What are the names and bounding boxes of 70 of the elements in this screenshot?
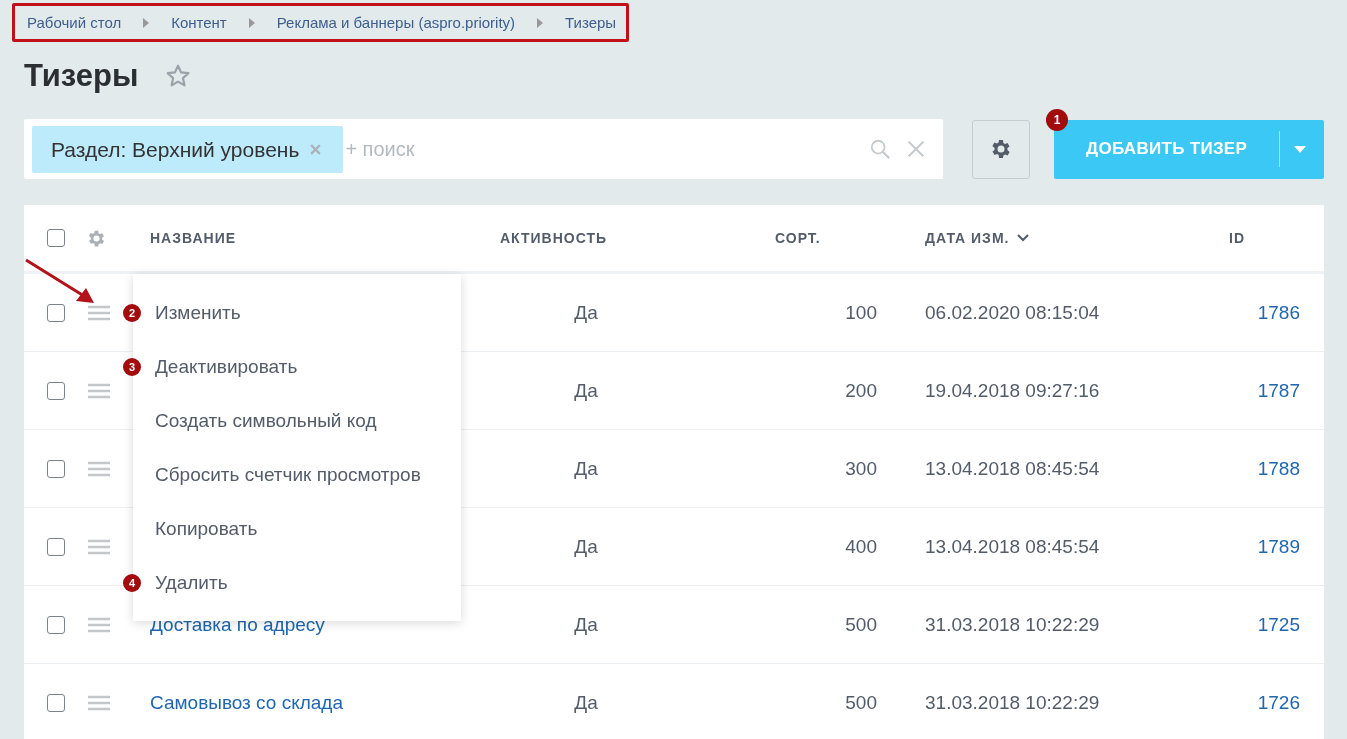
column-header[interactable]: СОРТ.	[775, 230, 821, 246]
step-badge: 1	[1046, 108, 1068, 131]
item-name-link[interactable]: Самовывоз со склада	[150, 691, 343, 714]
checkbox[interactable]	[46, 381, 65, 400]
table-cell: Да	[574, 457, 598, 480]
menu-item[interactable]: Деактивировать	[155, 356, 298, 378]
table-cell: 500	[845, 613, 877, 636]
id-link[interactable]: 1726	[1257, 691, 1300, 714]
breadcrumb-link[interactable]: Тизеры	[565, 14, 617, 31]
close-icon[interactable]	[905, 138, 927, 160]
checkbox[interactable]	[46, 615, 65, 634]
table-cell: 31.03.2018 10:22:29	[925, 613, 1100, 636]
caret-icon	[248, 17, 255, 28]
step-badge: 2	[123, 304, 141, 322]
id-link[interactable]: 1788	[1257, 457, 1300, 480]
menu-item[interactable]: Сбросить счетчик просмотров	[155, 464, 421, 486]
table-cell: 19.04.2018 09:27:16	[925, 379, 1100, 402]
id-link[interactable]: 1787	[1257, 379, 1300, 402]
table-cell: 13.04.2018 08:45:54	[925, 457, 1100, 480]
checkbox[interactable]	[46, 537, 65, 556]
table-cell: 100	[845, 301, 877, 324]
column-header[interactable]: ID	[1229, 230, 1245, 246]
table-cell: 400	[845, 535, 877, 558]
menu-item[interactable]: Изменить	[155, 302, 241, 324]
menu-icon[interactable]	[88, 616, 110, 633]
breadcrumb-link[interactable]: Реклама и баннеры (aspro.priority)	[276, 14, 516, 31]
table-cell: 13.04.2018 08:45:54	[925, 535, 1100, 558]
close-icon[interactable]	[310, 143, 322, 155]
table-cell: Да	[574, 691, 598, 714]
breadcrumb-link[interactable]: Рабочий стол	[27, 14, 122, 31]
table-cell: Да	[574, 613, 598, 636]
id-link[interactable]: 1725	[1257, 613, 1300, 636]
checkbox[interactable]	[46, 229, 65, 247]
table-cell: 500	[845, 691, 877, 714]
table-cell: 300	[845, 457, 877, 480]
column-header[interactable]: ДАТА ИЗМ.	[925, 230, 1010, 246]
table-cell: Да	[574, 535, 598, 558]
search-field[interactable]: Раздел: Верхний уровень + поиск	[24, 119, 943, 179]
chevron-down-icon[interactable]	[1017, 234, 1030, 242]
step-badge: 3	[123, 358, 141, 376]
column-header[interactable]: АКТИВНОСТЬ	[500, 230, 608, 246]
search-icon[interactable]	[869, 138, 891, 160]
menu-item[interactable]: Копировать	[155, 518, 258, 540]
menu-item[interactable]: Создать символьный код	[155, 410, 377, 432]
checkbox[interactable]	[46, 303, 65, 322]
id-link[interactable]: 1789	[1257, 535, 1300, 558]
menu-icon[interactable]	[88, 304, 110, 321]
menu-icon[interactable]	[88, 694, 110, 711]
table-cell: 31.03.2018 10:22:29	[925, 691, 1100, 714]
table-cell: Да	[574, 379, 598, 402]
star-icon[interactable]	[165, 63, 192, 89]
settings-button[interactable]	[972, 119, 1030, 179]
caret-icon	[143, 17, 150, 28]
table-cell: Да	[574, 301, 598, 324]
breadcrumb-link[interactable]: Контент	[171, 14, 227, 31]
step-badge: 4	[123, 574, 141, 592]
page-title: Тизеры	[24, 58, 139, 94]
menu-icon[interactable]	[88, 382, 110, 399]
table-cell: 200	[845, 379, 877, 402]
checkbox[interactable]	[46, 459, 65, 478]
table-cell: 06.02.2020 08:15:04	[925, 301, 1100, 324]
menu-item[interactable]: Удалить	[155, 572, 228, 594]
filter-tag[interactable]: Раздел: Верхний уровень	[32, 125, 344, 173]
menu-icon[interactable]	[88, 538, 110, 555]
caret-icon	[537, 17, 544, 28]
caret-icon[interactable]	[1294, 145, 1306, 153]
checkbox[interactable]	[46, 693, 65, 712]
menu-icon[interactable]	[88, 460, 110, 477]
id-link[interactable]: 1786	[1257, 301, 1300, 324]
column-header[interactable]: НАЗВАНИЕ	[150, 230, 237, 246]
